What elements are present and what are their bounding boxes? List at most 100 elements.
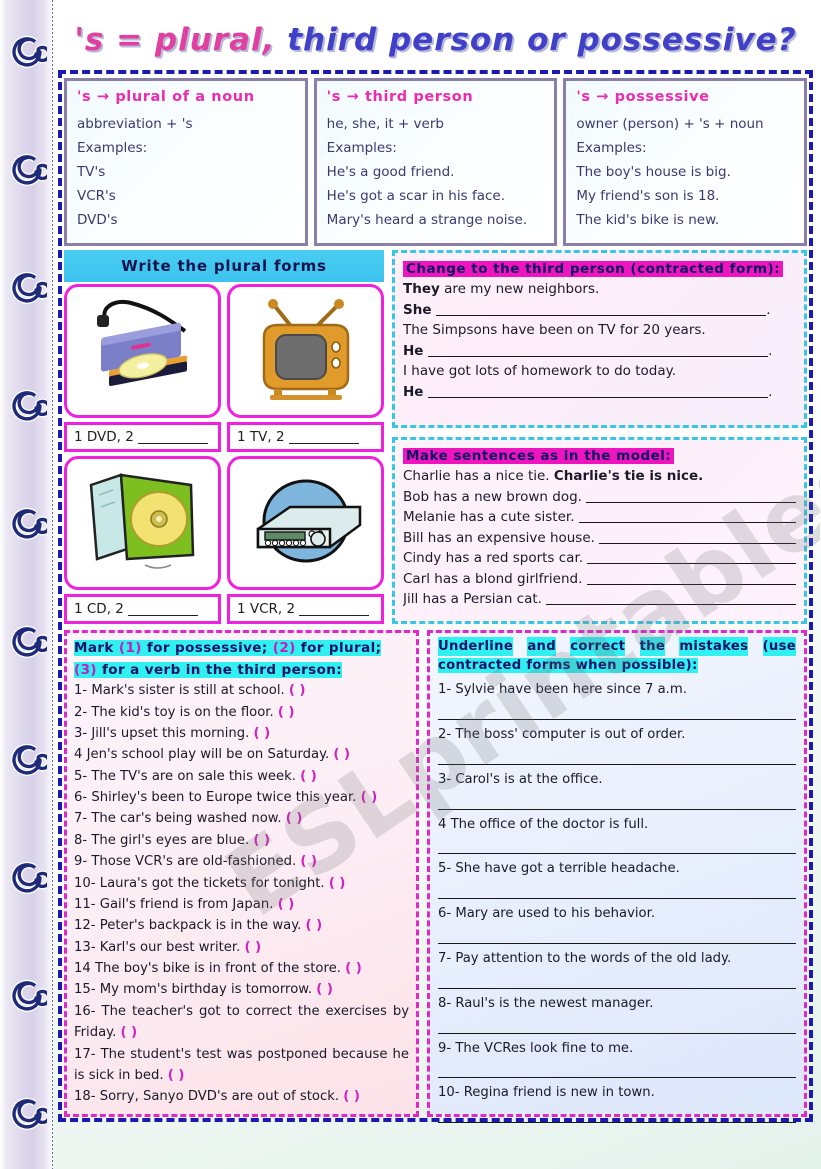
mark-item[interactable]: 7- The car's being washed now. ( )	[74, 808, 409, 829]
mark-item[interactable]: 1- Mark's sister is still at school. ( )	[74, 680, 409, 701]
answer-blank[interactable]	[137, 431, 208, 444]
spiral-binding-strip	[0, 0, 53, 1169]
correct-answer-blank[interactable]	[438, 1017, 796, 1034]
answer-blank[interactable]	[546, 592, 796, 606]
third-person-answer-row[interactable]: He .	[403, 382, 796, 403]
answer-blank[interactable]	[586, 572, 796, 585]
mark-item-text: 17- The student's test was postponed bec…	[74, 1046, 409, 1083]
answer-blank[interactable]	[436, 303, 767, 316]
correct-item[interactable]: 8- Raul's is the newest manager.	[438, 994, 796, 1014]
worksheet-title-area: 's = plural, third person or possessive?	[58, 12, 813, 68]
mark-item[interactable]: 11- Gail's friend is from Japan. ( )	[74, 894, 409, 915]
mark-item[interactable]: 9- Those VCR's are old-fashioned. ( )	[74, 851, 409, 872]
correct-answer-blank[interactable]	[438, 703, 796, 721]
correct-answer-blank[interactable]	[438, 972, 796, 989]
mark-answer-paren[interactable]: ( )	[306, 918, 323, 933]
correct-answer-blank[interactable]	[438, 837, 796, 855]
answer-blank[interactable]	[127, 603, 198, 616]
mark-item-text: 4 Jen's school play will be on Saturday.	[74, 747, 334, 763]
mark-answer-paren[interactable]: ( )	[345, 961, 362, 976]
mark-answer-paren[interactable]: ( )	[343, 1089, 360, 1104]
definition-box-header: 's → possessive	[576, 89, 710, 105]
mark-answer-paren[interactable]: ( )	[253, 726, 270, 741]
correct-answer-blank[interactable]	[438, 927, 796, 945]
answer-blank[interactable]	[578, 510, 796, 524]
spiral-ring-icon	[7, 1092, 52, 1132]
mark-item[interactable]: 3- Jill's upset this morning. ( )	[74, 723, 409, 744]
correct-answer-blank[interactable]	[438, 1106, 796, 1124]
model-item[interactable]: Bill has an expensive house. .	[403, 528, 796, 549]
mark-item[interactable]: 16- The teacher's got to correct the exe…	[74, 1001, 409, 1044]
mark-answer-paren[interactable]: ( )	[333, 747, 350, 762]
mark-answer-paren[interactable]: ( )	[168, 1068, 185, 1083]
model-example: Charlie has a nice tie. Charlie's tie is…	[403, 468, 704, 484]
mark-item[interactable]: 14 The boy's bike is in front of the sto…	[74, 958, 409, 979]
plural-answer-prefix: 1 DVD, 2	[74, 429, 134, 445]
third-person-prompt: They are my new neighbors.	[403, 281, 600, 297]
mark-item[interactable]: 13- Karl's our best writer. ( )	[74, 937, 409, 958]
mark-answer-paren[interactable]: ( )	[300, 769, 317, 784]
mark-item[interactable]: 4 Jen's school play will be on Saturday.…	[74, 744, 409, 765]
mark-item[interactable]: 10- Laura's got the tickets for tonight.…	[74, 873, 409, 894]
correct-item[interactable]: 2- The boss' computer is out of order.	[438, 725, 796, 745]
correct-answer-blank[interactable]	[438, 793, 796, 810]
mark-answer-paren[interactable]: ( )	[253, 833, 270, 848]
definition-line: VCR's	[77, 188, 116, 205]
mark-item-text: 10- Laura's got the tickets for tonight.	[74, 875, 329, 891]
correct-answer-blank[interactable]	[438, 882, 796, 900]
mark-item[interactable]: 12- Peter's backpack is in the way. ( )	[74, 915, 409, 936]
mark-answer-paren[interactable]: ( )	[316, 982, 333, 997]
page-title: 's = plural, third person or possessive?	[74, 22, 797, 58]
mark-item[interactable]: 17- The student's test was postponed bec…	[74, 1044, 409, 1087]
model-item[interactable]: Jill has a Persian cat. .	[403, 589, 796, 610]
model-item[interactable]: Melanie has a cute sister. .	[403, 507, 796, 528]
answer-blank[interactable]	[586, 490, 796, 503]
mark-item[interactable]: 5- The TV's are on sale this week. ( )	[74, 766, 409, 787]
correct-item[interactable]: 5- She have got a terrible headache.	[438, 859, 796, 879]
answer-blank[interactable]	[587, 551, 796, 565]
mark-answer-paren[interactable]: ( )	[329, 876, 346, 891]
mark-answer-paren[interactable]: ( )	[300, 854, 317, 869]
correct-item[interactable]: 7- Pay attention to the words of the old…	[438, 949, 796, 969]
third-person-exercise: Change to the third person (contracted f…	[392, 250, 807, 428]
mark-answer-paren[interactable]: ( )	[278, 897, 295, 912]
mark-answer-paren[interactable]: ( )	[289, 683, 306, 698]
correct-item[interactable]: 1- Sylvie have been here since 7 a.m.	[438, 680, 796, 700]
third-person-answer-row[interactable]: She .	[403, 300, 796, 321]
mark-answer-paren[interactable]: ( )	[361, 790, 378, 805]
mark-item[interactable]: 18- Sorry, Sanyo DVD's are out of stock.…	[74, 1086, 409, 1107]
mark-answer-paren[interactable]: ( )	[286, 811, 303, 826]
correct-answer-blank[interactable]	[438, 748, 796, 765]
mark-answer-paren[interactable]: ( )	[120, 1025, 137, 1040]
model-item-prompt: Melanie has a cute sister.	[403, 509, 579, 526]
plural-answer-field[interactable]: 1 CD, 2	[64, 594, 221, 624]
mark-item-text: 6- Shirley's been to Europe twice this y…	[74, 790, 361, 805]
answer-blank[interactable]	[288, 431, 359, 444]
third-person-prompt: The Simpsons have been on TV for 20 year…	[403, 322, 706, 339]
model-item[interactable]: Carl has a blond girlfriend. .	[403, 569, 796, 590]
model-item[interactable]: Cindy has a red sports car. .	[403, 548, 796, 569]
third-person-answer-row[interactable]: He .	[403, 341, 796, 362]
mark-item[interactable]: 6- Shirley's been to Europe twice this y…	[74, 787, 409, 808]
mark-item[interactable]: 8- The girl's eyes are blue. ( )	[74, 830, 409, 851]
correct-item[interactable]: 4 The office of the doctor is full.	[438, 815, 796, 835]
plural-answer-field[interactable]: 1 VCR, 2	[227, 594, 384, 624]
mark-item-text: 7- The car's being washed now.	[74, 811, 286, 827]
answer-blank[interactable]	[428, 385, 769, 398]
correct-item[interactable]: 3- Carol's is at the office.	[438, 770, 796, 790]
plural-answer-field[interactable]: 1 TV, 2	[227, 422, 384, 452]
mark-answer-paren[interactable]: ( )	[278, 705, 295, 720]
answer-blank[interactable]	[428, 344, 769, 357]
correct-item[interactable]: 10- Regina friend is new in town.	[438, 1083, 796, 1103]
mark-answer-paren[interactable]: ( )	[245, 940, 262, 955]
correct-item[interactable]: 6- Mary are used to his behavior.	[438, 904, 796, 924]
model-item[interactable]: Bob has a new brown dog. .	[403, 487, 796, 508]
mark-header-text: for plural;	[295, 640, 382, 656]
mark-item[interactable]: 15- My mom's birthday is tomorrow. ( )	[74, 979, 409, 1000]
mark-item[interactable]: 2- The kid's toy is on the floor. ( )	[74, 702, 409, 723]
correct-answer-blank[interactable]	[438, 1061, 796, 1079]
plural-answer-field[interactable]: 1 DVD, 2	[64, 422, 221, 452]
answer-blank[interactable]	[299, 603, 370, 616]
correct-item[interactable]: 9- The VCRes look fine to me.	[438, 1039, 796, 1059]
answer-blank[interactable]	[599, 531, 796, 544]
